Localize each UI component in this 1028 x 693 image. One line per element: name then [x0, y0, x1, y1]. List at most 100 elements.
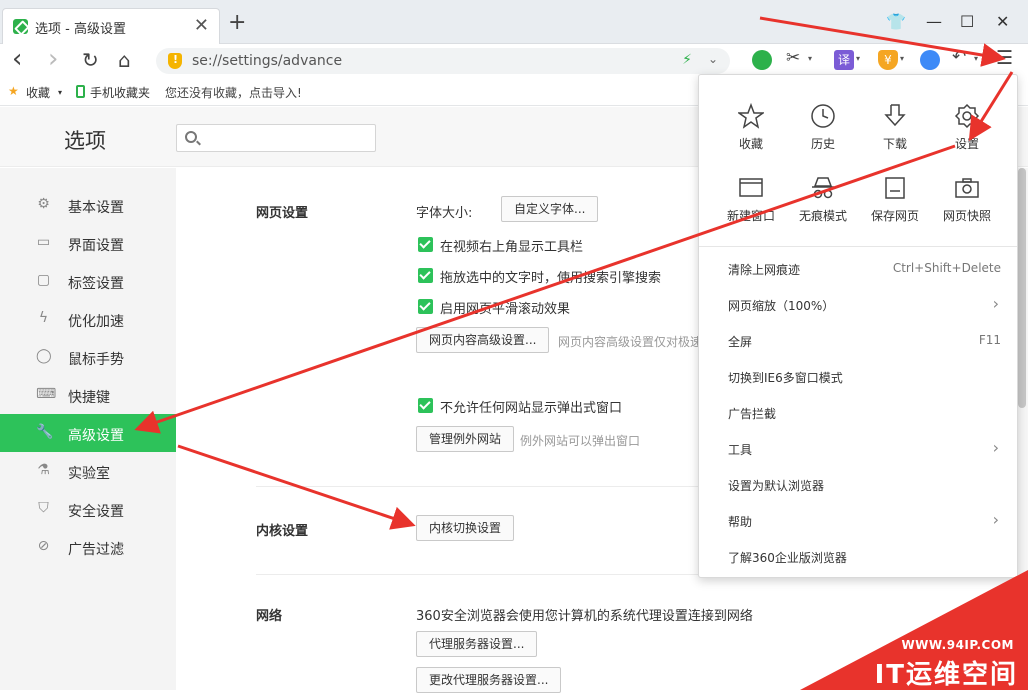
- address-url[interactable]: se://settings/advance: [192, 53, 342, 69]
- scrollbar-thumb[interactable]: [1018, 168, 1026, 408]
- drag-search-label: 拖放选中的文字时，使用搜索引擎搜索: [440, 271, 662, 286]
- chevron-right-icon: ›: [992, 294, 999, 313]
- favorites-button[interactable]: 收藏: [26, 84, 50, 101]
- close-window-button[interactable]: ✕: [996, 12, 1009, 31]
- menu-snapshot-label: 网页快照: [942, 209, 991, 223]
- translate-icon[interactable]: 译: [834, 50, 854, 70]
- menu-history[interactable]: 历史: [787, 103, 859, 167]
- maximize-button[interactable]: ☐: [960, 12, 974, 31]
- exceptions-hint: 例外网站可以弹出窗口: [520, 434, 641, 448]
- manage-exceptions-button[interactable]: 管理例外网站: [416, 426, 515, 452]
- menu-settings[interactable]: 设置: [931, 103, 1003, 167]
- new-tab-button[interactable]: +: [228, 12, 246, 34]
- undo-dropdown-icon[interactable]: ▾: [974, 54, 978, 63]
- menu-item-ie6-mode[interactable]: 切换到IE6多窗口模式: [699, 359, 1017, 395]
- menu-item-label: 广告拦截: [728, 407, 777, 421]
- sidebar-item-mouse-gestures[interactable]: ◯ 鼠标手势: [0, 338, 176, 376]
- menu-item-adblock[interactable]: 广告拦截: [699, 395, 1017, 431]
- advanced-content-button[interactable]: 网页内容高级设置...: [416, 327, 550, 353]
- watermark: WWW.94IP.COM IT运维空间: [800, 570, 1028, 690]
- menu-item-clear-history[interactable]: 清除上网痕迹 Ctrl+Shift+Delete: [699, 251, 1017, 287]
- minimize-button[interactable]: —: [926, 12, 942, 31]
- custom-font-button[interactable]: 自定义字体...: [501, 196, 599, 222]
- download-icon: [884, 104, 906, 127]
- back-button[interactable]: ‹: [12, 44, 22, 74]
- menu-favorites[interactable]: 收藏: [715, 103, 787, 167]
- window-icon: [739, 178, 763, 197]
- forward-button[interactable]: ›: [48, 44, 58, 74]
- menu-downloads[interactable]: 下载: [859, 103, 931, 167]
- menu-item-label: 清除上网痕迹: [728, 263, 801, 277]
- section-title-kernel: 内核设置: [256, 524, 309, 539]
- sidebar-item-label: 广告过滤: [68, 542, 124, 558]
- mobile-favorites-link[interactable]: 手机收藏夹: [90, 84, 150, 101]
- video-toolbar-label: 在视频右上角显示工具栏: [440, 240, 584, 255]
- translate-dropdown-icon[interactable]: ▾: [856, 54, 860, 63]
- sidebar-item-shortcuts[interactable]: ⌨ 快捷键: [0, 376, 176, 414]
- menu-item-tools[interactable]: 工具 ›: [699, 431, 1017, 467]
- address-bar[interactable]: se://settings/advance ⚡ ⌄: [156, 48, 730, 74]
- section-title-webpage: 网页设置: [256, 206, 309, 221]
- block-popups-label: 不允许任何网站显示弹出式窗口: [440, 401, 623, 416]
- tab-close-icon[interactable]: ✕: [194, 15, 209, 36]
- proxy-settings-button[interactable]: 代理服务器设置...: [416, 631, 538, 657]
- sidebar-item-basic[interactable]: ⚙ 基本设置: [0, 186, 176, 224]
- sidebar-item-tabs[interactable]: ▢ 标签设置: [0, 262, 176, 300]
- menu-item-label: 工具: [728, 443, 753, 457]
- flask-icon: ⚗: [37, 462, 50, 478]
- mouse-icon: ◯: [36, 348, 52, 364]
- wallet-dropdown-icon[interactable]: ▾: [900, 54, 904, 63]
- block-popups-checkbox[interactable]: [418, 398, 433, 413]
- skin-icon[interactable]: 👕: [886, 12, 906, 31]
- sidebar-item-security[interactable]: ⛉ 安全设置: [0, 490, 176, 528]
- speed-mode-icon[interactable]: ⚡: [682, 52, 692, 68]
- wallet-icon[interactable]: ¥: [878, 50, 898, 70]
- settings-search-input[interactable]: [176, 124, 376, 152]
- menu-save-page[interactable]: 保存网页: [859, 175, 931, 239]
- menu-downloads-label: 下载: [882, 137, 907, 151]
- menu-favorites-label: 收藏: [738, 137, 763, 151]
- sidebar-item-adblock[interactable]: ⊘ 广告过滤: [0, 528, 176, 566]
- smooth-scroll-label: 启用网页平滑滚动效果: [440, 302, 571, 317]
- video-toolbar-checkbox[interactable]: [418, 237, 433, 252]
- save-icon: [885, 177, 905, 199]
- security-shield-icon[interactable]: [168, 53, 182, 69]
- section-title-network: 网络: [256, 609, 283, 624]
- navigation-bar: ‹ › ↻ ⌂ se://settings/advance ⚡ ⌄ ✂ ▾ 译 …: [0, 44, 1028, 78]
- browser-tab[interactable]: 选项 - 高级设置 ✕: [2, 8, 220, 44]
- change-proxy-button[interactable]: 更改代理服务器设置...: [416, 667, 562, 693]
- sidebar-item-label: 界面设置: [68, 238, 124, 254]
- gear-icon: [954, 103, 980, 129]
- screenshot-scissors-icon[interactable]: ✂: [786, 48, 806, 68]
- apps-icon[interactable]: [920, 50, 940, 70]
- extension-green-icon[interactable]: [752, 50, 772, 70]
- import-hint-link[interactable]: 您还没有收藏，点击导入!: [165, 84, 302, 101]
- menu-incognito[interactable]: 无痕模式: [787, 175, 859, 239]
- sidebar-item-optimize[interactable]: ϟ 优化加速: [0, 300, 176, 338]
- menu-item-zoom[interactable]: 网页缩放（100%） ›: [699, 287, 1017, 323]
- drag-search-checkbox[interactable]: [418, 268, 433, 283]
- menu-item-fullscreen[interactable]: 全屏 F11: [699, 323, 1017, 359]
- refresh-button[interactable]: ↻: [82, 48, 99, 72]
- kernel-switch-button[interactable]: 内核切换设置: [416, 515, 515, 541]
- menu-snapshot[interactable]: 网页快照: [931, 175, 1003, 239]
- menu-divider: [699, 246, 1017, 247]
- menu-new-window[interactable]: 新建窗口: [715, 175, 787, 239]
- screenshot-dropdown-icon[interactable]: ▾: [808, 54, 812, 63]
- home-button[interactable]: ⌂: [118, 48, 131, 72]
- favorites-dropdown-icon[interactable]: ▾: [58, 88, 62, 97]
- menu-item-set-default[interactable]: 设置为默认浏览器: [699, 467, 1017, 503]
- smooth-scroll-checkbox[interactable]: [418, 299, 433, 314]
- font-size-label: 字体大小:: [416, 206, 473, 221]
- menu-item-help[interactable]: 帮助 ›: [699, 503, 1017, 539]
- advanced-content-hint: 网页内容高级设置仅对极速: [558, 335, 703, 349]
- sidebar-item-label: 基本设置: [68, 200, 124, 216]
- sidebar-item-interface[interactable]: ▭ 界面设置: [0, 224, 176, 262]
- sidebar-item-advanced[interactable]: 🔧 高级设置: [0, 414, 176, 452]
- sidebar-item-lab[interactable]: ⚗ 实验室: [0, 452, 176, 490]
- address-dropdown-icon[interactable]: ⌄: [708, 52, 718, 66]
- undo-close-icon[interactable]: ↶: [952, 47, 972, 67]
- main-menu-icon[interactable]: ☰: [996, 47, 1016, 69]
- tab-title: 选项 - 高级设置: [35, 22, 126, 37]
- camera-icon: [955, 178, 979, 198]
